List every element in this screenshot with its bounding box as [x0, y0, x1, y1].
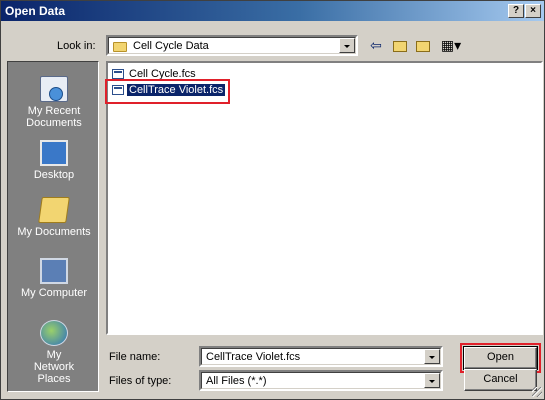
place-label: My Recent Documents: [26, 105, 82, 129]
look-in-value: Cell Cycle Data: [133, 40, 209, 52]
file-type-value: All Files (*.*): [206, 375, 267, 387]
resize-grip[interactable]: [532, 387, 542, 397]
file-type-label: Files of type:: [109, 375, 172, 387]
cancel-button[interactable]: Cancel: [464, 369, 537, 391]
views-icon: ▦▾: [440, 37, 462, 53]
file-name-input[interactable]: CellTrace Violet.fcs: [199, 346, 443, 367]
back-arrow-icon: ⇦: [370, 37, 382, 53]
open-data-dialog: Open Data ? × Look in: Cell Cycle Data ⇦…: [0, 0, 545, 400]
my-documents-icon: [38, 197, 70, 223]
place-label: My Computer: [20, 287, 88, 299]
file-type-field: All Files (*.*): [201, 372, 441, 389]
look-in-field: Cell Cycle Data: [108, 37, 356, 54]
folder-icon: [113, 42, 127, 52]
view-menu-button[interactable]: ▦▾: [436, 35, 466, 56]
place-my-network-places[interactable]: My Network Places: [8, 320, 100, 385]
place-my-recent-documents[interactable]: My Recent Documents: [8, 76, 100, 129]
window-title: Open Data: [5, 4, 66, 18]
place-label: My Network Places: [33, 349, 75, 385]
title-bar[interactable]: Open Data ? ×: [1, 1, 544, 21]
up-folder-icon: [393, 40, 407, 52]
help-button[interactable]: ?: [508, 4, 524, 18]
up-one-level-button[interactable]: [389, 35, 411, 56]
recent-documents-icon: [40, 76, 68, 102]
place-label: My Documents: [17, 226, 91, 238]
close-button[interactable]: ×: [525, 4, 541, 18]
look-in-dropdown[interactable]: Cell Cycle Data: [106, 35, 358, 56]
place-my-computer[interactable]: My Computer: [8, 258, 100, 299]
new-folder-icon: [416, 40, 430, 52]
file-type-select[interactable]: All Files (*.*): [199, 370, 443, 391]
chevron-down-icon[interactable]: [424, 349, 440, 364]
network-places-icon: [40, 320, 68, 346]
place-label: Desktop: [33, 169, 75, 181]
new-folder-button[interactable]: [412, 35, 434, 56]
file-name-label: File name:: [109, 351, 161, 363]
file-name-field: CellTrace Violet.fcs: [201, 348, 441, 365]
back-button[interactable]: ⇦: [365, 35, 387, 56]
fcs-file-icon: [112, 69, 124, 79]
places-bar: My Recent Documents Desktop My Documents…: [7, 61, 99, 392]
desktop-icon: [40, 140, 68, 166]
file-list[interactable]: Cell Cycle.fcs CellTrace Violet.fcs: [105, 61, 543, 335]
place-desktop[interactable]: Desktop: [8, 140, 100, 181]
look-in-label: Look in:: [57, 40, 96, 52]
chevron-down-icon[interactable]: [339, 38, 355, 53]
selection-highlight-box: [105, 79, 230, 104]
chevron-down-icon[interactable]: [424, 373, 440, 388]
my-computer-icon: [40, 258, 68, 284]
place-my-documents[interactable]: My Documents: [8, 197, 100, 238]
file-name-value: CellTrace Violet.fcs: [206, 351, 301, 363]
